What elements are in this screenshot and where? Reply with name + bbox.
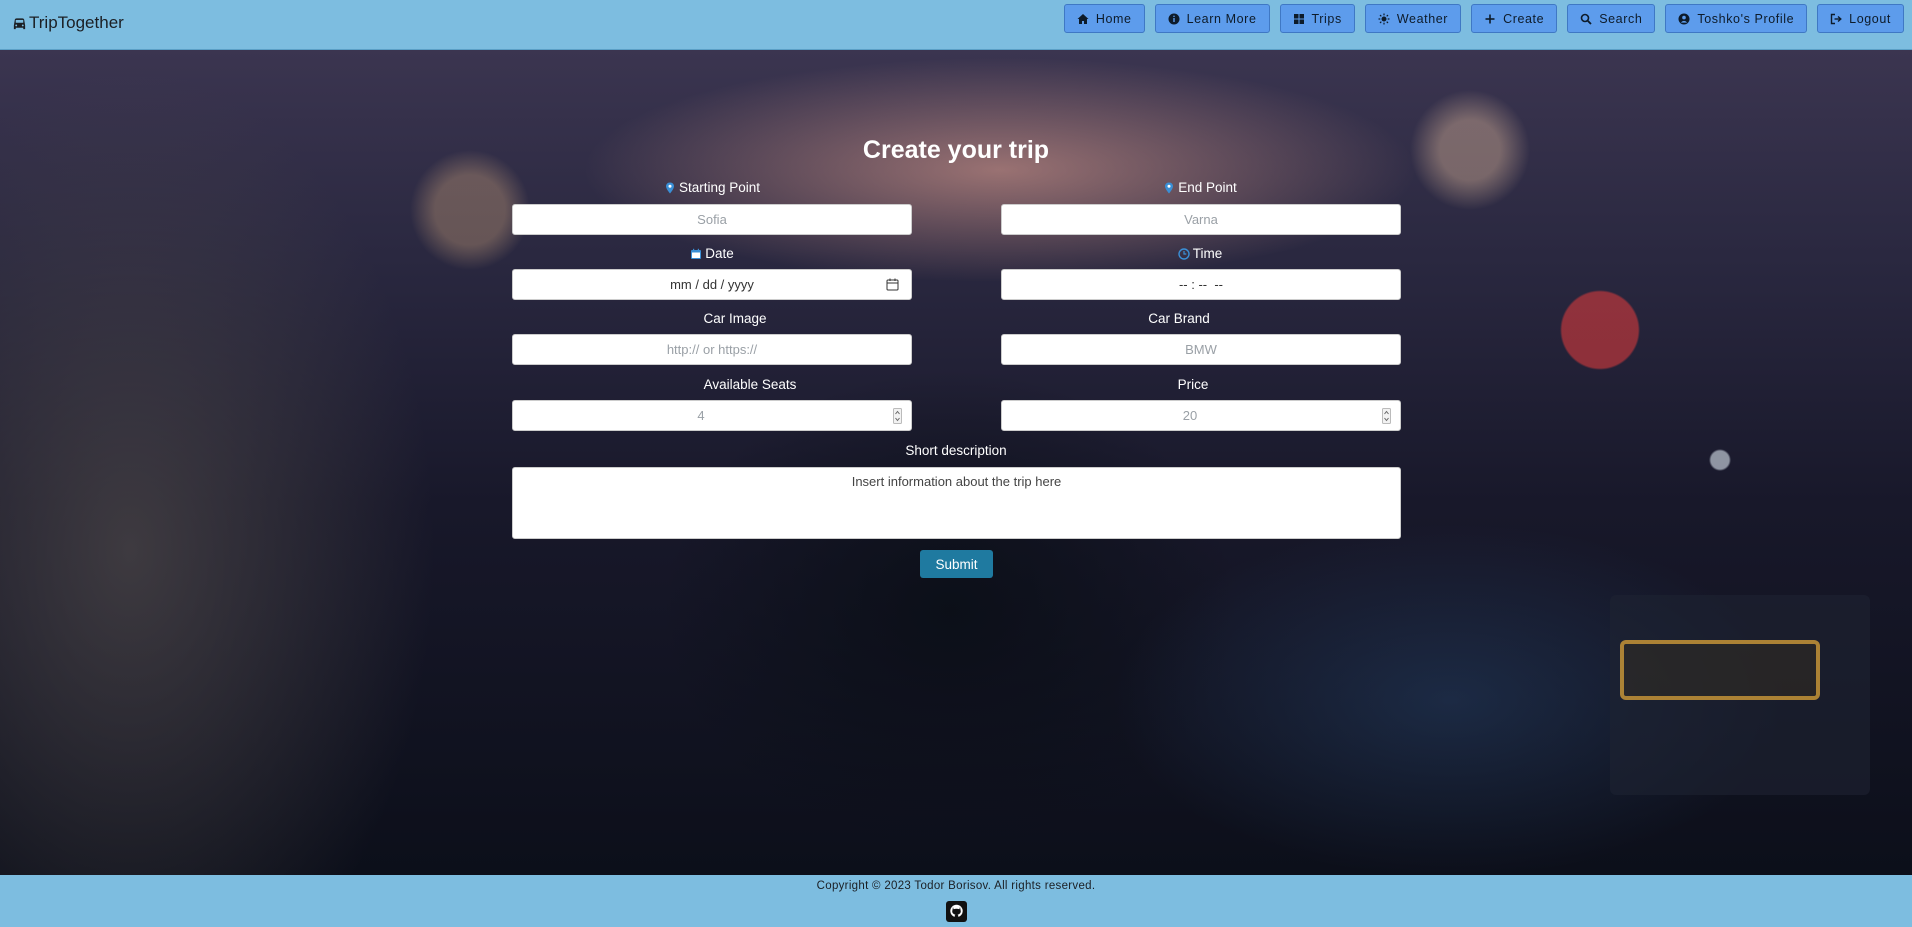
time-label: Time — [1000, 246, 1400, 261]
info-icon — [1168, 13, 1180, 24]
nav-menu: Home Learn More Trips Weather Create Sea… — [1063, 4, 1904, 33]
number-spinner-icon[interactable] — [1382, 408, 1391, 424]
brand-name: TripTogether — [29, 13, 124, 32]
car-icon — [13, 17, 26, 29]
nav-weather-label: Weather — [1396, 11, 1449, 26]
calendar-icon — [691, 248, 702, 259]
nav-trips-button[interactable]: Trips — [1279, 4, 1355, 33]
price-placeholder: 20 — [1182, 408, 1198, 423]
nav-profile-label: Toshko's Profile — [1697, 11, 1795, 26]
nav-learn-more-label: Learn More — [1186, 11, 1257, 26]
home-icon — [1077, 13, 1089, 24]
logout-icon — [1830, 13, 1843, 24]
nav-search-button[interactable]: Search — [1567, 4, 1656, 33]
nav-trips-label: Trips — [1311, 11, 1342, 26]
background-image: Create your trip Starting Point End Poin… — [0, 50, 1912, 875]
date-placeholder: mm / dd / yyyy — [670, 277, 754, 292]
brand-logo[interactable]: TripTogether — [12, 13, 124, 33]
car-brand-input[interactable] — [1001, 334, 1401, 365]
nav-weather-button[interactable]: Weather — [1364, 4, 1462, 33]
user-circle-icon — [1678, 13, 1690, 24]
nav-create-label: Create — [1503, 11, 1545, 26]
price-input[interactable]: 20 — [1001, 400, 1401, 431]
date-input[interactable]: mm / dd / yyyy — [512, 269, 912, 300]
github-icon[interactable] — [946, 901, 967, 922]
clock-icon — [1178, 247, 1190, 260]
car-brand-label: Car Brand — [979, 311, 1379, 326]
nav-logout-button[interactable]: Logout — [1817, 4, 1904, 33]
price-text: Price — [1177, 377, 1209, 392]
nav-home-button[interactable]: Home — [1063, 4, 1145, 33]
copyright-text: Copyright © 2023 Todor Borisov. All righ… — [816, 880, 1096, 892]
footer: Copyright © 2023 Todor Borisov. All righ… — [0, 875, 1912, 927]
car-image-input[interactable] — [512, 334, 912, 365]
short-description-text: Short description — [905, 443, 1007, 458]
time-text: Time — [1192, 246, 1223, 261]
submit-button[interactable]: Submit — [920, 550, 993, 578]
short-description-textarea[interactable] — [512, 467, 1401, 539]
nav-logout-label: Logout — [1849, 11, 1891, 26]
available-seats-label: Available Seats — [550, 377, 950, 392]
starting-point-input[interactable] — [512, 204, 912, 235]
map-pin-icon — [1165, 182, 1174, 193]
plus-icon — [1485, 14, 1495, 23]
sun-icon — [1378, 13, 1390, 24]
available-seats-input[interactable]: 4 — [512, 400, 912, 431]
grid-icon — [1293, 13, 1304, 24]
search-icon — [1580, 13, 1592, 25]
nav-search-label: Search — [1599, 11, 1643, 26]
nav-home-label: Home — [1095, 11, 1132, 26]
available-seats-placeholder: 4 — [697, 408, 705, 423]
dashboard-display-decoration — [1620, 640, 1820, 700]
date-label: Date — [512, 246, 912, 261]
nav-learn-more-button[interactable]: Learn More — [1154, 4, 1270, 33]
calendar-picker-icon[interactable] — [886, 278, 899, 291]
price-label: Price — [993, 377, 1393, 392]
top-navbar: TripTogether Home Learn More Trips Weath… — [0, 0, 1912, 50]
date-text: Date — [705, 246, 734, 261]
nav-profile-button[interactable]: Toshko's Profile — [1665, 4, 1808, 33]
time-input[interactable]: -- : -- -- — [1001, 269, 1401, 300]
map-pin-icon — [665, 182, 674, 193]
number-spinner-icon[interactable] — [893, 408, 902, 424]
end-point-text: End Point — [1178, 180, 1237, 195]
car-brand-text: Car Brand — [1148, 311, 1210, 326]
time-placeholder: -- : -- -- — [1178, 277, 1224, 292]
starting-point-text: Starting Point — [678, 180, 761, 195]
car-image-text: Car Image — [703, 311, 767, 326]
page-title: Create your trip — [862, 136, 1050, 164]
nav-create-button[interactable]: Create — [1471, 4, 1558, 33]
starting-point-label: Starting Point — [512, 180, 912, 195]
end-point-label: End Point — [1000, 180, 1400, 195]
short-description-label: Short description — [756, 443, 1156, 458]
end-point-input[interactable] — [1001, 204, 1401, 235]
available-seats-text: Available Seats — [703, 377, 797, 392]
car-image-label: Car Image — [535, 311, 935, 326]
